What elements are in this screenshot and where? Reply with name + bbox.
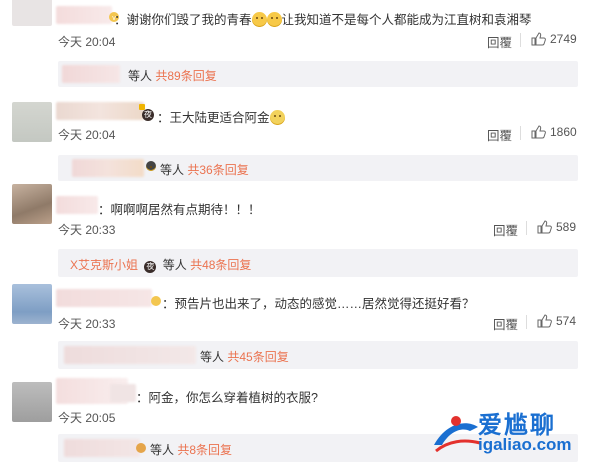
timestamp: 今天 20:05 [58, 411, 116, 425]
comment-text: ：阿金，你怎么穿着植树的衣服? [136, 391, 318, 405]
divider [520, 33, 521, 47]
smile-emoji-icon [266, 12, 282, 27]
like-count: 574 [556, 314, 577, 328]
comment-text: ：谢谢你们毁了我的青春 让我知道不是每个人都能成为江直树和袁湘琴 [114, 12, 532, 27]
reply-button[interactable]: 回覆 [487, 125, 512, 144]
sub-replies-label: 等人 [162, 258, 187, 272]
avatar[interactable] [12, 102, 52, 142]
username-blurred[interactable] [56, 289, 152, 307]
vip-badge-icon: 夜 [144, 261, 157, 273]
thumbs-up-icon [537, 220, 552, 234]
emoji-icon [146, 161, 156, 171]
divider [520, 126, 521, 140]
timestamp: 今天 20:33 [58, 223, 116, 237]
avatar[interactable] [12, 184, 52, 224]
avatar[interactable] [12, 0, 52, 26]
vip-badge-icon: 夜 [142, 109, 154, 121]
sub-replies-label: 等人 [128, 69, 153, 83]
watermark-url: igaliao.com [478, 435, 572, 454]
sub-replies-count-link[interactable]: 共89条回复 [155, 69, 216, 83]
sub-replies-count-link[interactable]: 共8条回复 [177, 443, 232, 457]
divider [526, 315, 527, 329]
reply-button[interactable]: 回覆 [487, 32, 512, 51]
sub-reply-username-link[interactable]: X艾克斯小姐 [70, 258, 138, 272]
like-button[interactable]: 574 [537, 314, 576, 328]
sub-replies-label: 等人 [150, 443, 175, 457]
sub-replies-count-link[interactable]: 共36条回复 [187, 163, 248, 177]
avatar[interactable] [12, 284, 52, 324]
sub-username-blurred [62, 65, 120, 83]
timestamp: 今天 20:33 [58, 317, 116, 331]
like-button[interactable]: 2749 [531, 32, 577, 46]
thumbs-up-icon [537, 314, 552, 328]
thumbs-up-icon [531, 32, 546, 46]
site-watermark: 爱尴聊 igaliao.com [426, 405, 586, 463]
like-button[interactable]: 1860 [531, 125, 577, 139]
like-count: 2749 [550, 32, 577, 46]
sub-username-blurred [64, 439, 140, 457]
like-count: 589 [556, 220, 577, 234]
thumbs-up-icon [531, 125, 546, 139]
emoji-icon [136, 443, 146, 453]
sub-replies-box[interactable]: 等人 共45条回复 [58, 341, 578, 369]
like-count: 1860 [550, 125, 577, 139]
sub-replies-count-link[interactable]: 共48条回复 [190, 258, 251, 272]
like-button[interactable]: 589 [537, 220, 576, 234]
sub-replies-label: 等人 [160, 163, 185, 177]
comment-text: ：王大陆更适合阿金 [157, 107, 285, 126]
avatar[interactable] [12, 382, 52, 422]
emoji-icon [269, 110, 285, 125]
timestamp: 今天 20:04 [58, 35, 116, 49]
username-blurred[interactable] [56, 196, 98, 214]
smile-emoji-icon [251, 12, 267, 27]
sub-replies-box[interactable]: 等人 共36条回复 [58, 155, 578, 181]
reply-button[interactable]: 回覆 [493, 220, 518, 239]
username-blurred[interactable] [56, 102, 144, 120]
comment-text: ：预告片也出来了，动态的感觉……居然觉得还挺好看？ [162, 297, 475, 311]
sub-username-blurred [72, 159, 144, 177]
username-blurred [110, 384, 136, 402]
username-blurred[interactable] [56, 6, 112, 24]
vip-badge-icon [150, 294, 162, 306]
sub-replies-label: 等人 [200, 350, 225, 364]
sub-replies-box[interactable]: X艾克斯小姐 夜 等人 共48条回复 [58, 249, 578, 277]
crown-icon [139, 104, 145, 110]
timestamp: 今天 20:04 [58, 128, 116, 142]
divider [526, 221, 527, 235]
sub-replies-box[interactable]: 等人 共89条回复 [58, 61, 578, 87]
sub-replies-count-link[interactable]: 共45条回复 [227, 350, 288, 364]
reply-button[interactable]: 回覆 [493, 314, 518, 333]
sub-username-blurred [64, 346, 196, 364]
comment-text: ：啊啊啊居然有点期待！！！ [98, 203, 261, 217]
